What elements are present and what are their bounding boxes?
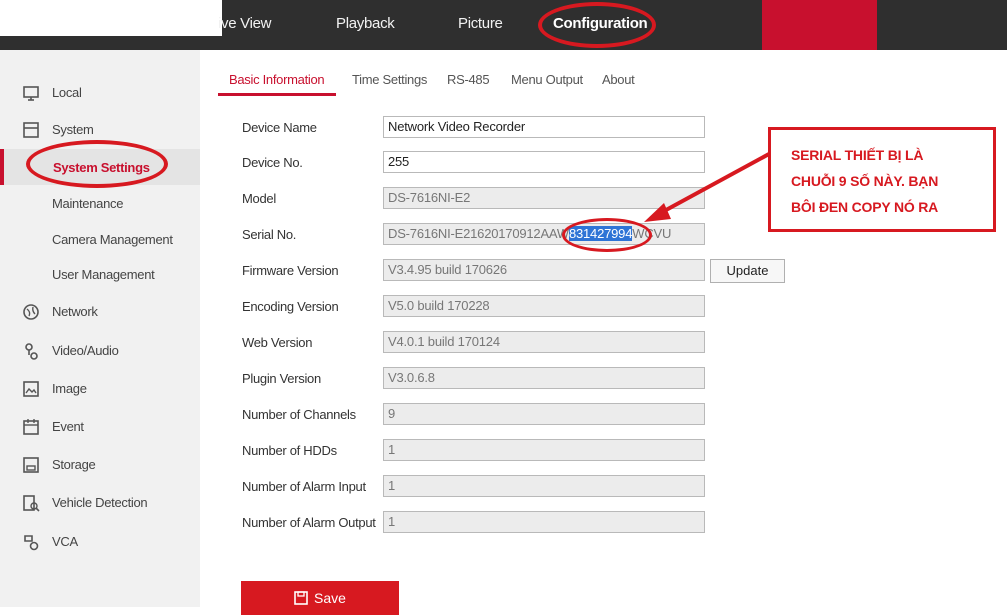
annotation-line: SERIAL THIẾT BỊ LÀ: [791, 147, 924, 163]
annotation-line: BÔI ĐEN COPY NÓ RA: [791, 199, 939, 215]
annotation-box: SERIAL THIẾT BỊ LÀ CHUỖI 9 SỐ NÀY. BẠN B…: [768, 127, 996, 232]
annotation-arrow: [644, 146, 781, 222]
annotation-line: CHUỖI 9 SỐ NÀY. BẠN: [791, 173, 939, 189]
annotation-text: SERIAL THIẾT BỊ LÀ CHUỖI 9 SỐ NÀY. BẠN B…: [791, 142, 983, 220]
